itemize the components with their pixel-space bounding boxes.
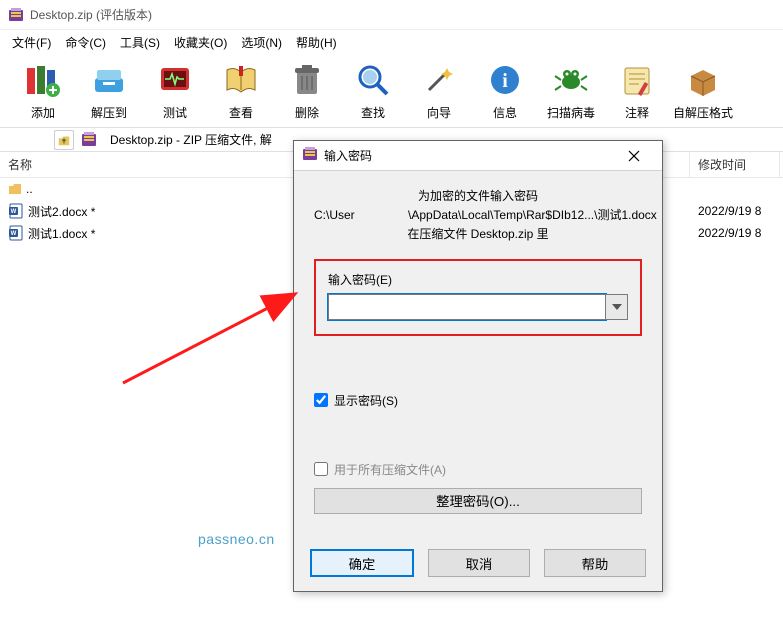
watermark-text: passneo.cn — [198, 531, 275, 547]
folder-up-icon — [8, 182, 22, 196]
toolbar-wizard[interactable]: 向导 — [406, 58, 472, 123]
show-password-label: 显示密码(S) — [334, 392, 398, 409]
password-field-group: 输入密码(E) — [314, 259, 642, 336]
virus-icon — [551, 60, 591, 100]
toolbar-find[interactable]: 查找 — [340, 58, 406, 123]
toolbar-add-label: 添加 — [31, 104, 55, 121]
toolbar: 添加 解压到 测试 查看 删除 查找 向导 i 信息 扫描病毒 注释 自解压格式 — [0, 54, 783, 128]
drawer-icon — [89, 60, 129, 100]
file-mtime: 2022/9/19 8 — [690, 226, 780, 240]
show-password-checkbox[interactable]: 显示密码(S) — [314, 392, 642, 409]
toolbar-extract[interactable]: 解压到 — [76, 58, 142, 123]
archive-icon — [80, 130, 100, 150]
toolbar-sfx[interactable]: 自解压格式 — [670, 58, 736, 123]
menu-file[interactable]: 文件(F) — [6, 32, 57, 53]
column-mtime[interactable]: 修改时间 — [690, 152, 780, 177]
menu-command[interactable]: 命令(C) — [59, 32, 112, 53]
book-open-icon — [221, 60, 261, 100]
annotation-arrow — [115, 225, 315, 395]
password-dropdown-icon[interactable] — [606, 294, 628, 320]
winrar-icon — [8, 7, 24, 23]
window-title: Desktop.zip (评估版本) — [30, 6, 152, 23]
cancel-button[interactable]: 取消 — [428, 549, 530, 577]
password-label: 输入密码(E) — [328, 271, 628, 288]
password-input[interactable] — [328, 294, 606, 320]
dialog-line2: C:\User \AppData\Local\Temp\Rar$DIb12...… — [314, 206, 642, 225]
box-icon — [683, 60, 723, 100]
use-for-all-label: 用于所有压缩文件(A) — [334, 461, 446, 478]
dialog-line1: 为加密的文件输入密码 — [314, 187, 642, 206]
toolbar-test-label: 测试 — [163, 104, 187, 121]
magnifier-icon — [353, 60, 393, 100]
menu-favorites[interactable]: 收藏夹(O) — [168, 32, 233, 53]
wand-icon — [419, 60, 459, 100]
toolbar-delete-label: 删除 — [295, 104, 319, 121]
toolbar-scan-label: 扫描病毒 — [547, 104, 595, 121]
dialog-title: 输入密码 — [324, 147, 608, 164]
toolbar-comment-label: 注释 — [625, 104, 649, 121]
file-name: .. — [26, 182, 33, 196]
heart-monitor-icon — [155, 60, 195, 100]
file-name: 测试2.docx * — [28, 203, 95, 220]
toolbar-add[interactable]: 添加 — [10, 58, 76, 123]
close-button[interactable] — [614, 142, 654, 170]
trash-icon — [287, 60, 327, 100]
toolbar-test[interactable]: 测试 — [142, 58, 208, 123]
toolbar-scan[interactable]: 扫描病毒 — [538, 58, 604, 123]
file-name: 测试1.docx * — [28, 225, 95, 242]
svg-text:i: i — [502, 70, 508, 92]
toolbar-info-label: 信息 — [493, 104, 517, 121]
toolbar-find-label: 查找 — [361, 104, 385, 121]
ok-button[interactable]: 确定 — [310, 549, 414, 577]
docx-icon: W — [8, 225, 24, 241]
books-add-icon — [23, 60, 63, 100]
use-for-all-checkbox[interactable]: 用于所有压缩文件(A) — [314, 461, 642, 478]
help-button[interactable]: 帮助 — [544, 549, 646, 577]
menubar: 文件(F) 命令(C) 工具(S) 收藏夹(O) 选项(N) 帮助(H) — [0, 30, 783, 54]
toolbar-view-label: 查看 — [229, 104, 253, 121]
organize-passwords-button[interactable]: 整理密码(O)... — [314, 488, 642, 514]
file-mtime: 2022/9/19 8 — [690, 204, 780, 218]
toolbar-info[interactable]: i 信息 — [472, 58, 538, 123]
dialog-body: 为加密的文件输入密码 C:\User \AppData\Local\Temp\R… — [294, 171, 662, 539]
up-folder-icon[interactable] — [54, 130, 74, 150]
toolbar-sfx-label: 自解压格式 — [673, 104, 733, 121]
info-icon: i — [485, 60, 525, 100]
menu-options[interactable]: 选项(N) — [235, 32, 288, 53]
dialog-titlebar: 输入密码 — [294, 141, 662, 171]
dialog-message: 为加密的文件输入密码 C:\User \AppData\Local\Temp\R… — [314, 187, 642, 245]
toolbar-comment[interactable]: 注释 — [604, 58, 670, 123]
menu-tools[interactable]: 工具(S) — [114, 32, 166, 53]
svg-text:W: W — [11, 231, 17, 237]
toolbar-extract-label: 解压到 — [91, 104, 127, 121]
toolbar-view[interactable]: 查看 — [208, 58, 274, 123]
dialog-actions: 确定 取消 帮助 — [294, 539, 662, 591]
svg-text:W: W — [11, 209, 17, 215]
docx-icon: W — [8, 203, 24, 219]
show-password-input[interactable] — [314, 393, 328, 407]
menu-help[interactable]: 帮助(H) — [290, 32, 343, 53]
dialog-line3: 在压缩文件 Desktop.zip 里 — [314, 225, 642, 244]
notepad-icon — [617, 60, 657, 100]
password-dialog: 输入密码 为加密的文件输入密码 C:\User \AppData\Local\T… — [293, 140, 663, 592]
use-for-all-input[interactable] — [314, 462, 328, 476]
window-titlebar: Desktop.zip (评估版本) — [0, 0, 783, 30]
winrar-icon — [302, 146, 318, 165]
toolbar-delete[interactable]: 删除 — [274, 58, 340, 123]
toolbar-wizard-label: 向导 — [427, 104, 451, 121]
